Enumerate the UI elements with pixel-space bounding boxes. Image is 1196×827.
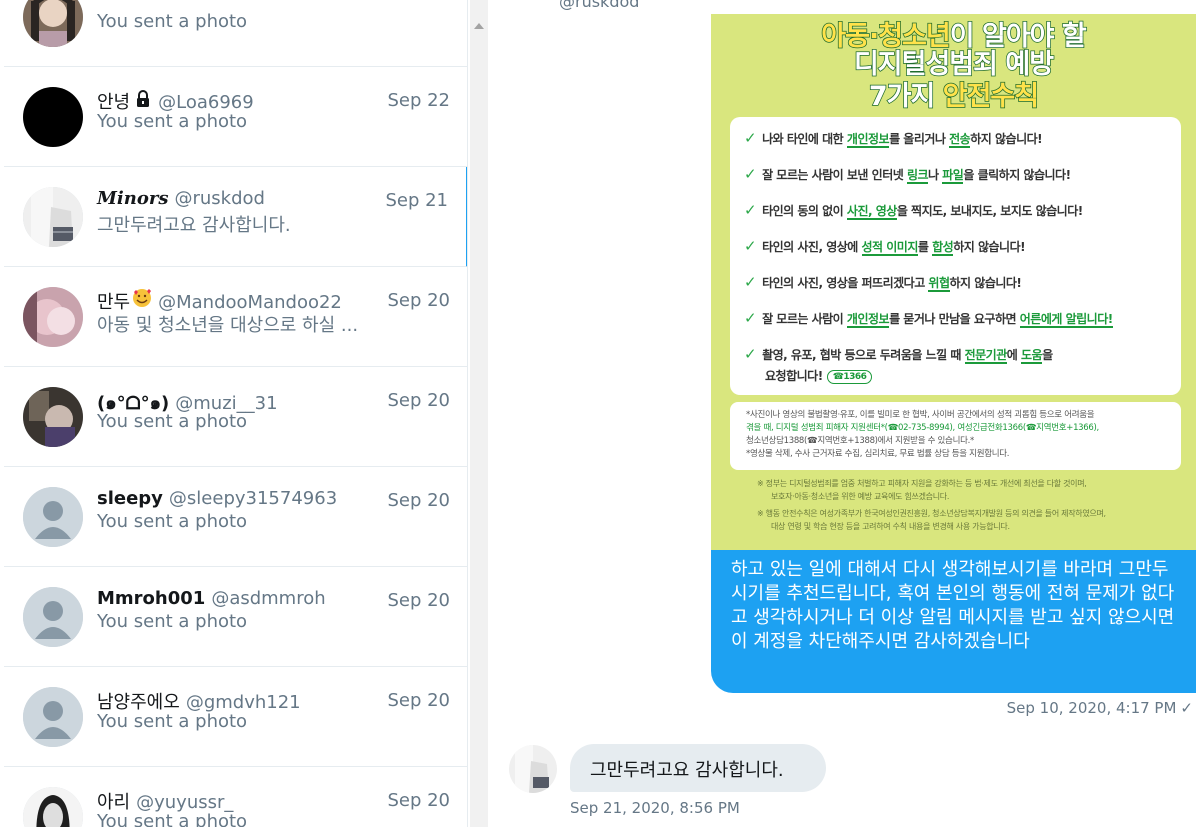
chat-header-partial: @ruskdod <box>489 0 1196 14</box>
outgoing-message-meta: Sep 10, 2020, 4:17 PM ✓ <box>1007 699 1193 717</box>
message-preview: 그만두려고요 감사합니다. <box>97 215 291 236</box>
conversation-item[interactable]: 아리 @yuyussr_ Sep 20 You sent a photo <box>4 767 467 827</box>
avatar <box>23 787 83 827</box>
conversation-list: You sent a photo 안녕 @Loa6969 Sep 22 You … <box>4 0 468 827</box>
check-icon: ✓ <box>744 129 757 147</box>
handle: @MandooMandoo22 <box>158 292 342 313</box>
conversation-item[interactable]: 만두 @MandooMandoo22 Sep 20 아동 및 청소년을 대상으로… <box>4 267 467 367</box>
message-preview: You sent a photo <box>97 511 248 532</box>
message-preview: 아동 및 청소년을 대상으로 하실 ... <box>97 315 359 336</box>
conversation-item-active[interactable]: Minors @ruskdod Sep 21 그만두려고요 감사합니다. <box>4 167 467 267</box>
avatar <box>23 387 83 447</box>
check-icon: ✓ <box>744 273 757 291</box>
default-avatar-icon <box>23 587 83 647</box>
safety-rule: ✓ 잘 모르는 사람이 개인정보를 묻거나 만남을 요구하면 어른에게 알립니다! <box>744 309 1113 328</box>
check-icon: ✓ <box>744 237 757 255</box>
poster-footnote: 보호자·아동·청소년을 위한 예방 교육에도 힘쓰겠습니다. <box>771 492 950 501</box>
message-preview: You sent a photo <box>97 111 248 132</box>
message-timestamp: Sep 21, 2020, 8:56 PM <box>570 799 740 817</box>
support-notice: *사진이나 영상의 불법촬영·유포, 이를 빌미로 한 협박, 사이버 공간에서… <box>730 402 1181 470</box>
poster-footnote: 대상 연령 및 학습 현장 등을 고려하여 수칙 내용을 변경해 사용 가능합니… <box>771 522 1010 531</box>
default-avatar-icon <box>23 687 83 747</box>
smiling-face-hearts-icon <box>132 288 152 312</box>
safety-rules-box: ✓ 나와 타인에 대한 개인정보를 올리거나 전송하지 않습니다! ✓ 잘 모르는 … <box>730 117 1181 395</box>
conversation-date: Sep 20 <box>387 790 450 811</box>
handle: @yuyussr_ <box>136 792 234 813</box>
check-icon: ✓ <box>744 345 757 363</box>
conversation-date: Sep 20 <box>387 390 450 411</box>
avatar <box>23 187 83 247</box>
notice-line: 청소년상담1388(☎지역번호+1388)에서 지원받을 수 있습니다.* <box>746 436 974 446</box>
handle: @Loa6969 <box>158 92 254 113</box>
handle: @ruskdod <box>174 188 265 209</box>
poster-footnote: ※ 정부는 디지털성범죄를 엄중 처벌하고 피해자 지원을 강화하는 등 법·제… <box>757 479 1087 488</box>
safety-rule: ✓ 타인의 사진, 영상에 성적 이미지를 합성하지 않습니다! <box>744 237 1026 256</box>
display-name: Mmroh001 <box>97 588 206 609</box>
notice-line: *사진이나 영상의 불법촬영·유포, 이를 빌미로 한 협박, 사이버 공간에서… <box>746 410 1095 420</box>
handle: @asdmmroh <box>211 588 326 609</box>
avatar <box>23 287 83 347</box>
safety-rule-continued: 요청합니다! ☎1366 <box>765 367 1173 384</box>
message-preview: You sent a photo <box>97 11 248 32</box>
handle: @ruskdod <box>559 0 640 11</box>
message-preview: You sent a photo <box>97 411 248 432</box>
poster-title-line: 7가지 안전수칙 <box>868 80 1040 113</box>
handle: @gmdvh121 <box>185 692 301 713</box>
phone-badge: ☎1366 <box>826 369 873 384</box>
message-preview: You sent a photo <box>97 611 248 632</box>
conversation-item[interactable]: (๑°ᗝ°๑) @muzi__31 Sep 20 You sent a phot… <box>4 367 467 467</box>
conversation-date: Sep 21 <box>385 190 448 211</box>
conversation-item[interactable]: You sent a photo <box>4 0 467 67</box>
notice-line: *영상물 삭제, 수사 근거자료 수집, 심리치료, 무료 법률 상담 등을 지… <box>746 449 1010 459</box>
conversation-date: Sep 22 <box>387 90 450 111</box>
conversation-date: Sep 20 <box>387 590 450 611</box>
safety-rule: ✓ 나와 타인에 대한 개인정보를 올리거나 전송하지 않습니다! <box>744 129 1043 148</box>
display-name: sleepy <box>97 488 163 509</box>
message-preview: You sent a photo <box>97 711 248 732</box>
notice-line: 겪을 때, 디지털 성범죄 피해자 지원센터*(☎02-735-8994), 여… <box>746 423 1099 433</box>
check-icon: ✓ <box>744 165 757 183</box>
sent-check-icon: ✓ <box>1180 699 1193 717</box>
avatar <box>23 87 83 147</box>
conversation-date: Sep 20 <box>387 290 450 311</box>
scrollbar[interactable] <box>470 0 488 827</box>
conversation-date: Sep 20 <box>387 490 450 511</box>
conversation-date: Sep 20 <box>387 690 450 711</box>
conversation-item[interactable]: 안녕 @Loa6969 Sep 22 You sent a photo <box>4 67 467 167</box>
default-avatar-icon <box>23 487 83 547</box>
avatar[interactable] <box>509 745 557 793</box>
check-icon: ✓ <box>744 201 757 219</box>
incoming-message-bubble[interactable]: 그만두려고요 감사합니다. <box>570 744 826 792</box>
display-name: Minors <box>97 188 169 209</box>
safety-rule: ✓ 촬영, 유포, 협박 등으로 두려움을 느낄 때 전문기관에 도움을 <box>744 345 1053 364</box>
dm-app: You sent a photo 안녕 @Loa6969 Sep 22 You … <box>0 0 1196 827</box>
conversation-item[interactable]: sleepy @sleepy31574963 Sep 20 You sent a… <box>4 467 467 567</box>
lock-icon <box>137 90 150 107</box>
outgoing-message-bubble[interactable]: 하고 있는 일에 대해서 다시 생각해보시기를 바라며 그만두시기를 추천드립니… <box>711 550 1196 693</box>
safety-rule: ✓ 잘 모르는 사람이 보낸 인터넷 링크나 파일을 클릭하지 않습니다! <box>744 165 1071 184</box>
conversation-item[interactable]: Mmroh001 @asdmmroh Sep 20 You sent a pho… <box>4 567 467 667</box>
message-timestamp: Sep 10, 2020, 4:17 PM <box>1006 699 1177 717</box>
shared-photo[interactable]: 아동·청소년이 알아야 할 디지털성범죄 예방 7가지 안전수칙 ✓ 나와 타인에… <box>711 14 1196 550</box>
scroll-up-arrow-icon[interactable] <box>470 16 488 36</box>
safety-rule: ✓ 타인의 동의 없이 사진, 영상을 찍지도, 보내지도, 보지도 않습니다! <box>744 201 1083 220</box>
safety-rule: ✓ 타인의 사진, 영상을 퍼뜨리겠다고 위협하지 않습니다! <box>744 273 1022 292</box>
message-preview: You sent a photo <box>97 811 248 827</box>
conversation-scroll: You sent a photo 안녕 @Loa6969 Sep 22 You … <box>4 0 467 827</box>
handle: @sleepy31574963 <box>168 488 338 509</box>
check-icon: ✓ <box>744 309 757 327</box>
poster-footnote: ※ 행동 안전수칙은 여성가족부가 한국여성인권진흥원, 청소년상담복지개발원 … <box>757 509 1106 518</box>
avatar <box>23 0 83 47</box>
conversation-item[interactable]: 남양주에오 @gmdvh121 Sep 20 You sent a photo <box>4 667 467 767</box>
chat-pane: @ruskdod 아동·청소년이 알아야 할 디지털성범죄 예방 7가지 안전수… <box>489 0 1196 827</box>
